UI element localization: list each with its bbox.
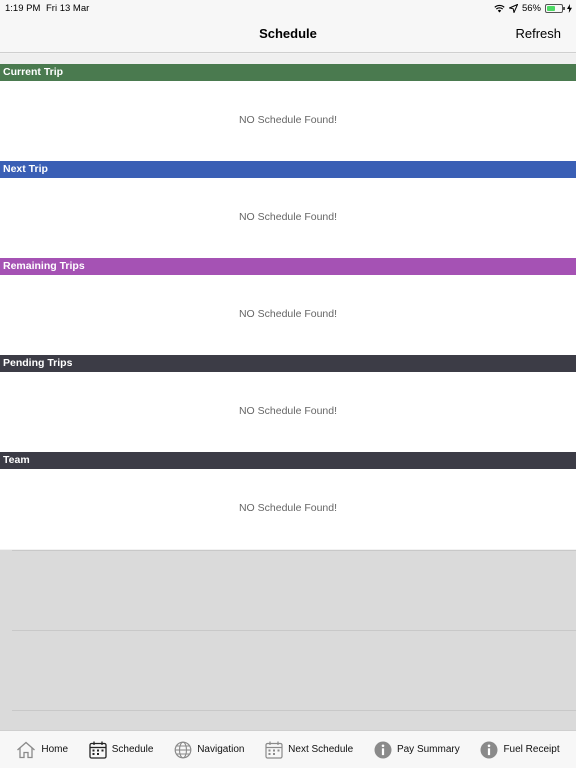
empty-message: NO Schedule Found! (238, 502, 338, 514)
separator (12, 550, 576, 551)
header-gap (0, 54, 576, 64)
section-remaining-trips: Remaining Trips NO Schedule Found! (0, 258, 576, 355)
calendar-icon (265, 741, 283, 759)
section-body: NO Schedule Found! (0, 275, 576, 355)
globe-icon (174, 741, 192, 758)
tab-schedule[interactable]: Schedule (89, 741, 154, 759)
refresh-button[interactable]: Refresh (515, 26, 561, 41)
wifi-icon (494, 4, 505, 13)
section-body: NO Schedule Found! (0, 81, 576, 161)
battery-icon (545, 4, 565, 13)
location-arrow-icon (508, 4, 518, 13)
section-next-trip: Next Trip NO Schedule Found! (0, 161, 576, 258)
section-body: NO Schedule Found! (0, 178, 576, 258)
status-time: 1:19 PM (5, 3, 41, 14)
tab-label: Next Schedule (288, 744, 354, 755)
battery-percent: 56% (521, 3, 541, 14)
section-team: Team NO Schedule Found! (0, 452, 576, 549)
status-right: 56% (494, 3, 572, 14)
schedule-list[interactable]: Current Trip NO Schedule Found! Next Tri… (0, 64, 576, 549)
tab-label: Pay Summary (396, 744, 460, 755)
calendar-icon (89, 741, 107, 759)
section-header: Pending Trips (0, 355, 576, 372)
tab-label: Navigation (197, 744, 245, 755)
empty-message: NO Schedule Found! (238, 308, 338, 320)
tab-navigation[interactable]: Navigation (174, 741, 244, 759)
home-icon (17, 741, 36, 758)
empty-table-area (0, 550, 576, 730)
navigation-bar: Schedule Refresh (0, 16, 576, 53)
tab-bar: Home Schedule Navigation Next Schedule P… (0, 730, 576, 768)
section-current-trip: Current Trip NO Schedule Found! (0, 64, 576, 161)
tab-pay-summary[interactable]: Pay Summary (374, 741, 460, 759)
empty-message: NO Schedule Found! (238, 211, 338, 223)
status-date: Fri 13 Mar (46, 3, 90, 14)
section-pending-trips: Pending Trips NO Schedule Found! (0, 355, 576, 452)
section-header: Current Trip (0, 64, 576, 81)
section-header: Next Trip (0, 161, 576, 178)
section-header: Remaining Trips (0, 258, 576, 275)
info-icon (480, 741, 498, 758)
tab-next-schedule[interactable]: Next Schedule (265, 741, 353, 759)
separator (12, 710, 576, 711)
info-icon (374, 741, 392, 758)
separator (12, 630, 576, 631)
tab-label: Home (41, 744, 69, 755)
empty-message: NO Schedule Found! (238, 405, 338, 417)
tab-label: Fuel Receipt (503, 744, 560, 755)
charging-bolt-icon (567, 4, 572, 13)
tab-label: Schedule (111, 744, 154, 755)
section-body: NO Schedule Found! (0, 372, 576, 452)
section-header: Team (0, 452, 576, 469)
page-title: Schedule (259, 26, 317, 41)
tab-home[interactable]: Home (16, 741, 68, 759)
section-body: NO Schedule Found! (0, 469, 576, 549)
tab-fuel-receipt[interactable]: Fuel Receipt (480, 741, 560, 759)
status-bar: 1:19 PM Fri 13 Mar 56% (0, 0, 576, 16)
empty-message: NO Schedule Found! (238, 114, 338, 126)
